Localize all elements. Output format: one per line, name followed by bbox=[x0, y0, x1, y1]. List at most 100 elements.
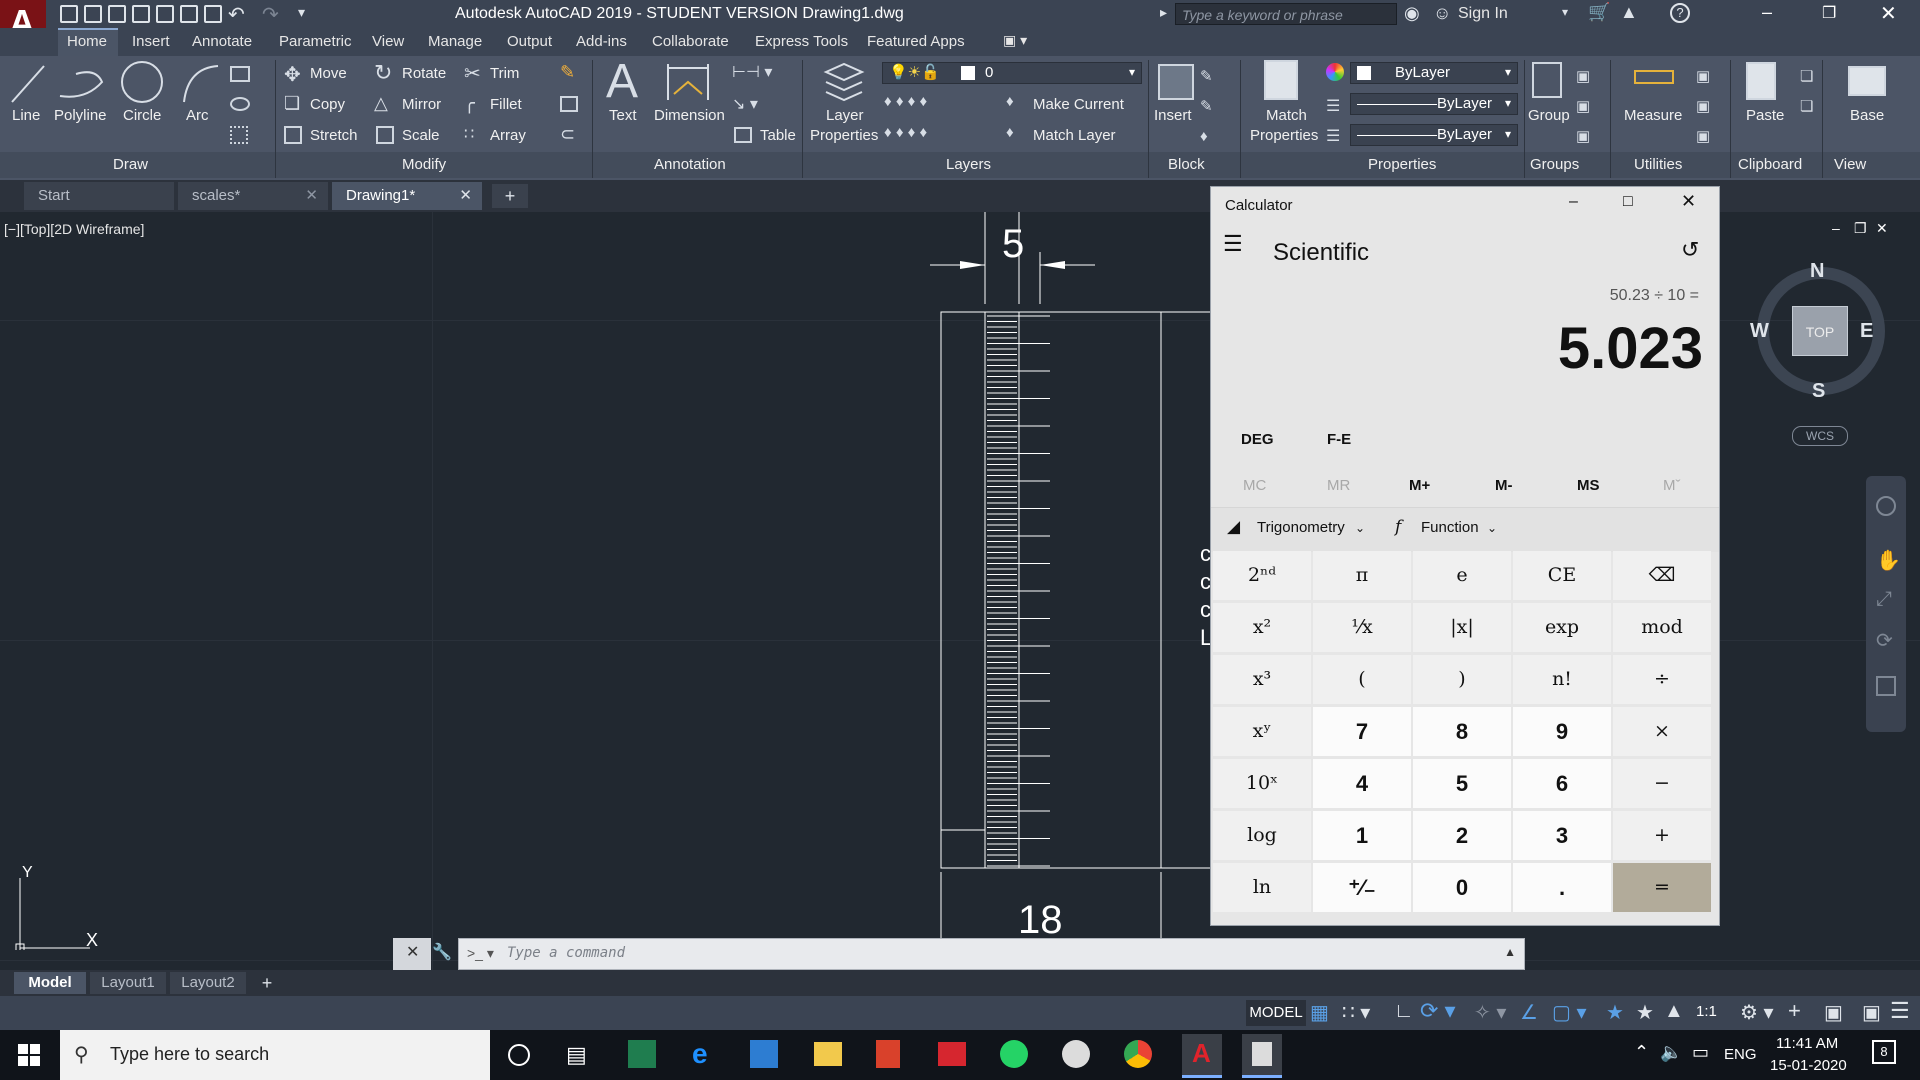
sign-in-link[interactable]: Sign In bbox=[1458, 5, 1508, 23]
task-view-icon[interactable]: ▤ bbox=[566, 1042, 587, 1068]
utilities-panel-title[interactable]: Utilities bbox=[1634, 156, 1682, 173]
calc-maximize-icon[interactable]: □ bbox=[1623, 193, 1633, 211]
reader-app-icon[interactable] bbox=[938, 1042, 966, 1066]
calc-key-3[interactable]: 3 bbox=[1513, 811, 1611, 860]
dimension-text-bottom[interactable]: 18 bbox=[1018, 898, 1063, 943]
calc-key-ln[interactable]: ln bbox=[1213, 863, 1311, 912]
mirror-icon[interactable]: △ bbox=[374, 93, 388, 114]
calc-key-pi[interactable]: π bbox=[1313, 551, 1411, 600]
clipboard-panel-title[interactable]: Clipboard bbox=[1738, 156, 1802, 173]
base-button[interactable]: Base bbox=[1850, 107, 1884, 124]
cart-icon[interactable]: 🛒 bbox=[1588, 2, 1610, 23]
snap-toggle-icon[interactable]: ∷ ▾ bbox=[1342, 1000, 1370, 1025]
new-file-icon[interactable] bbox=[60, 5, 78, 23]
windows-start-icon[interactable] bbox=[18, 1044, 40, 1066]
file-explorer-icon[interactable] bbox=[814, 1042, 842, 1066]
measure-button[interactable]: Measure bbox=[1624, 107, 1682, 124]
workspace-gear-icon[interactable]: ⚙ ▾ bbox=[1740, 1000, 1774, 1025]
calc-key-backspace[interactable]: ⌫ bbox=[1613, 551, 1711, 600]
lineweight-dropdown[interactable]: ByLayer ▾ bbox=[1350, 93, 1518, 115]
pan-icon[interactable]: ✋ bbox=[1876, 548, 1901, 573]
language-indicator[interactable]: ENG bbox=[1724, 1046, 1757, 1063]
layer-tools-row-2[interactable]: ♦ ♦ ♦ ♦ bbox=[884, 124, 927, 141]
calc-key-multiply[interactable]: × bbox=[1613, 707, 1711, 756]
save-as-icon[interactable] bbox=[132, 5, 150, 23]
calc-trig-dropdown[interactable]: Trigonometry bbox=[1257, 519, 1345, 536]
undo-icon[interactable]: ↶ bbox=[228, 2, 245, 27]
save-icon[interactable] bbox=[108, 5, 126, 23]
chrome-icon[interactable] bbox=[1124, 1040, 1152, 1068]
annotation-monitor-icon[interactable]: + bbox=[1788, 998, 1801, 1024]
explode-icon[interactable] bbox=[560, 96, 578, 112]
array-icon[interactable]: ∷ bbox=[464, 124, 474, 144]
calc-key-8[interactable]: 8 bbox=[1413, 707, 1511, 756]
layer-properties-icon[interactable] bbox=[822, 58, 866, 106]
tab-insert[interactable]: Insert bbox=[132, 33, 170, 50]
match-layer-button[interactable]: Match Layer bbox=[1033, 127, 1116, 144]
calc-mminus-button[interactable]: M- bbox=[1495, 477, 1513, 494]
modify-panel-title[interactable]: Modify bbox=[402, 156, 446, 173]
compass-west[interactable]: W bbox=[1750, 320, 1769, 343]
match-properties-label-1[interactable]: Match bbox=[1266, 107, 1307, 124]
cortana-icon[interactable] bbox=[508, 1044, 530, 1066]
tab-express-tools[interactable]: Express Tools bbox=[755, 33, 848, 50]
color-dropdown[interactable]: ByLayer ▾ bbox=[1350, 62, 1518, 84]
file-tab-start[interactable]: Start bbox=[24, 182, 174, 210]
calc-key-9[interactable]: 9 bbox=[1513, 707, 1611, 756]
viewport-close-icon[interactable]: ✕ bbox=[1876, 220, 1888, 237]
action-center-icon[interactable]: 8 bbox=[1872, 1040, 1896, 1064]
calc-close-icon[interactable]: ✕ bbox=[1681, 191, 1696, 212]
calc-key-plus[interactable]: + bbox=[1613, 811, 1711, 860]
arc-button[interactable]: Arc bbox=[186, 107, 209, 124]
command-close-icon[interactable]: ✕ bbox=[406, 942, 419, 962]
linear-dim-icon[interactable]: ⊢⊣ ▾ bbox=[732, 62, 772, 82]
rectangle-icon[interactable] bbox=[230, 66, 250, 82]
calc-key-exp[interactable]: exp bbox=[1513, 603, 1611, 652]
utilities-tools-icons[interactable]: ▣ ▣ ▣ bbox=[1696, 62, 1710, 152]
layout-tab-layout1[interactable]: Layout1 bbox=[90, 972, 166, 994]
calc-key-equals[interactable]: = bbox=[1613, 863, 1711, 912]
close-tab-icon[interactable]: ✕ bbox=[459, 182, 472, 210]
offset-icon[interactable]: ⊂ bbox=[560, 124, 575, 145]
open-file-icon[interactable] bbox=[84, 5, 102, 23]
trim-button[interactable]: Trim bbox=[490, 65, 519, 82]
linetype-dropdown[interactable]: ByLayer ▾ bbox=[1350, 124, 1518, 146]
close-tab-icon[interactable]: ✕ bbox=[305, 182, 318, 210]
calc-key-negate[interactable]: ⁺⁄₋ bbox=[1313, 863, 1411, 912]
paint-app-icon[interactable] bbox=[1062, 1040, 1090, 1068]
text-icon[interactable]: A bbox=[606, 54, 638, 109]
tab-annotate[interactable]: Annotate bbox=[192, 33, 252, 50]
view-panel-title[interactable]: View bbox=[1834, 156, 1866, 173]
clipboard-tools-icons[interactable]: ❏ ❏ bbox=[1800, 62, 1813, 122]
grid-toggle-icon[interactable]: ▦ bbox=[1310, 1000, 1329, 1025]
zoom-extents-icon[interactable]: ⤢ bbox=[1876, 588, 1892, 611]
match-layer-icon[interactable]: ♦ bbox=[1006, 124, 1014, 141]
linetype-icon[interactable]: ☰ bbox=[1326, 126, 1340, 146]
group-tools-icons[interactable]: ▣ ▣ ▣ bbox=[1576, 62, 1590, 152]
circle-icon[interactable] bbox=[118, 58, 166, 106]
calculator-taskbar-button[interactable] bbox=[1242, 1034, 1282, 1078]
annotation-panel-title[interactable]: Annotation bbox=[654, 156, 726, 173]
calc-key-6[interactable]: 6 bbox=[1513, 759, 1611, 808]
new-tab-button[interactable]: + bbox=[492, 184, 528, 208]
properties-panel-title[interactable]: Properties bbox=[1368, 156, 1436, 173]
color-wheel-icon[interactable] bbox=[1326, 63, 1344, 81]
calc-key-divide[interactable]: ÷ bbox=[1613, 655, 1711, 704]
battery-icon[interactable]: ▭ bbox=[1692, 1042, 1709, 1063]
trim-icon[interactable]: ✂ bbox=[464, 61, 481, 86]
customization-menu-icon[interactable]: ☰ bbox=[1890, 998, 1910, 1024]
fillet-button[interactable]: Fillet bbox=[490, 96, 522, 113]
calc-function-dropdown[interactable]: Function bbox=[1421, 519, 1479, 536]
ribbon-options-icon[interactable]: ▣ ▾ bbox=[1003, 32, 1027, 49]
calc-mplus-button[interactable]: M+ bbox=[1409, 477, 1430, 494]
move-button[interactable]: Move bbox=[310, 65, 347, 82]
calc-key-4[interactable]: 4 bbox=[1313, 759, 1411, 808]
units-icon[interactable]: ▣ bbox=[1824, 1000, 1843, 1025]
orbit-icon[interactable]: ⟳ bbox=[1876, 628, 1893, 653]
calc-key-abs[interactable]: |x| bbox=[1413, 603, 1511, 652]
groups-panel-title[interactable]: Groups bbox=[1530, 156, 1579, 173]
hatch-icon[interactable] bbox=[230, 126, 248, 144]
open-web-icon[interactable] bbox=[156, 5, 174, 23]
stretch-button[interactable]: Stretch bbox=[310, 127, 358, 144]
lineweight-icon[interactable]: ☰ bbox=[1326, 96, 1340, 116]
